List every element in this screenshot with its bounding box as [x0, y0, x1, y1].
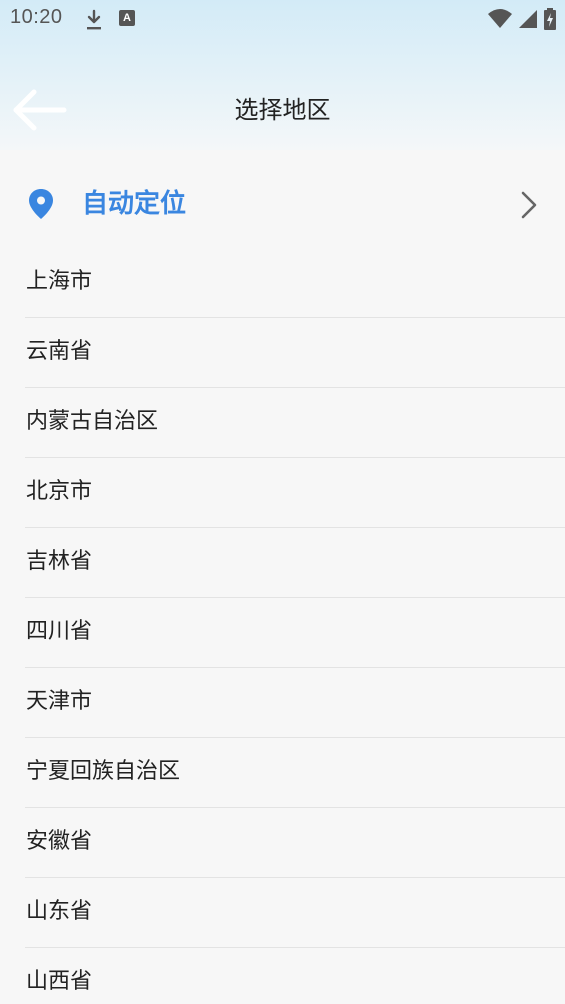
status-time: 10:20: [10, 6, 63, 28]
list-item[interactable]: 吉林省: [25, 528, 565, 598]
nav-header: 选择地区: [0, 70, 565, 150]
region-list: 上海市 云南省 内蒙古自治区 北京市 吉林省 四川省 天津市 宁夏回族自治区 安…: [0, 248, 565, 1004]
auto-location-row[interactable]: 自动定位: [0, 164, 565, 244]
page-title: 选择地区: [234, 96, 331, 124]
list-item[interactable]: 上海市: [25, 248, 565, 318]
chevron-right-icon: [521, 191, 537, 219]
list-item[interactable]: 宁夏回族自治区: [25, 738, 565, 808]
list-item[interactable]: 山西省: [25, 948, 565, 1004]
location-pin-icon: [29, 189, 53, 219]
region-label: 北京市: [26, 479, 93, 504]
list-item[interactable]: 天津市: [25, 668, 565, 738]
font-a-icon: A: [119, 10, 135, 26]
region-label: 内蒙古自治区: [26, 409, 159, 434]
list-item[interactable]: 安徽省: [25, 808, 565, 878]
screen: 10:20 A 选择地区 自动定位 上海市 云南省 内蒙古自治区 北京市 吉林省…: [0, 0, 565, 1004]
signal-icon: [519, 10, 537, 28]
list-item[interactable]: 四川省: [25, 598, 565, 668]
list-item[interactable]: 内蒙古自治区: [25, 388, 565, 458]
download-icon: [87, 9, 101, 30]
region-label: 宁夏回族自治区: [26, 759, 181, 784]
battery-icon: [544, 8, 556, 30]
region-label: 天津市: [26, 689, 93, 714]
list-item[interactable]: 北京市: [25, 458, 565, 528]
region-label: 山西省: [26, 969, 93, 994]
list-item[interactable]: 山东省: [25, 878, 565, 948]
region-label: 四川省: [26, 619, 93, 644]
region-label: 安徽省: [26, 829, 93, 854]
region-label: 云南省: [26, 339, 93, 364]
auto-location-label: 自动定位: [82, 189, 187, 219]
status-icons: [487, 7, 557, 31]
status-bar: 10:20 A: [0, 0, 565, 40]
region-label: 山东省: [26, 899, 93, 924]
wifi-icon: [488, 9, 512, 28]
list-item[interactable]: 云南省: [25, 318, 565, 388]
region-label: 吉林省: [26, 549, 93, 574]
region-label: 上海市: [26, 269, 93, 294]
